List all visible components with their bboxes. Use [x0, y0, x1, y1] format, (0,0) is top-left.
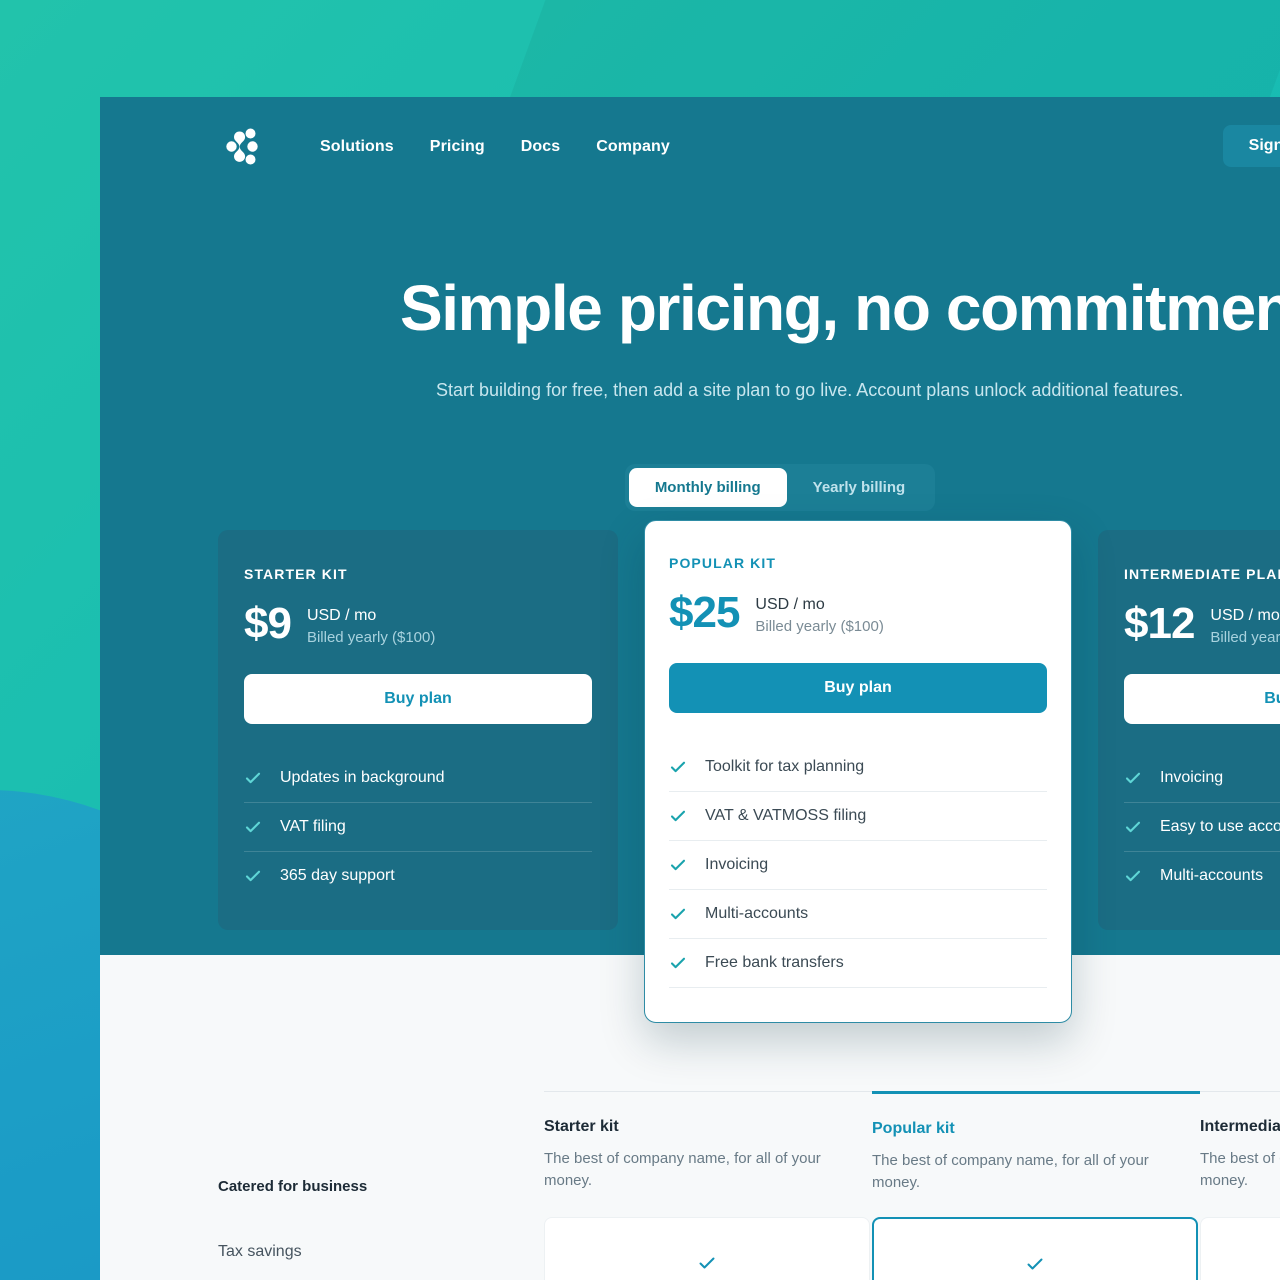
plan-eyebrow: STARTER KIT: [244, 566, 348, 582]
feature-item: Invoicing: [669, 841, 1047, 890]
billing-toggle[interactable]: Monthly billing Yearly billing: [624, 463, 936, 511]
sign-in-button[interactable]: Sign in: [1222, 125, 1280, 167]
check-icon: [1124, 818, 1142, 836]
comparison-section-title: Catered for business: [218, 1178, 368, 1195]
comparison-column-popular: Popular kit The best of company name, fo…: [872, 1091, 1200, 1195]
comparison-cell-intermediate: [1200, 1217, 1280, 1280]
hero-section: Solutions Pricing Docs Company Sign in S…: [100, 97, 1280, 1023]
feature-label: Easy to use accounting: [1160, 817, 1280, 835]
feature-item: Updates in background: [244, 754, 592, 803]
check-icon: [697, 1253, 717, 1273]
buy-plan-button-intermediate[interactable]: Buy plan: [1124, 673, 1280, 724]
feature-label: Multi-accounts: [705, 904, 809, 922]
check-icon: [1124, 867, 1142, 885]
feature-item: 365 day support: [244, 852, 592, 900]
check-icon: [244, 867, 262, 885]
company-logo-icon[interactable]: [220, 125, 264, 169]
plan-price: $12: [1124, 599, 1195, 648]
check-icon: [669, 807, 687, 825]
check-icon: [244, 818, 262, 836]
check-icon: [669, 905, 687, 923]
app-shell: Solutions Pricing Docs Company Sign in S…: [100, 97, 1280, 1280]
page-title: Simple pricing, no commitments: [400, 272, 1280, 344]
feature-label: VAT & VATMOSS filing: [705, 806, 867, 824]
pricing-card-popular[interactable]: POPULAR KIT $25 USD / mo Billed yearly (…: [644, 520, 1072, 1023]
plan-price-meta: USD / mo Billed yearly ($100): [1210, 602, 1280, 648]
plan-feature-list: Updates in background VAT filing 365 day…: [244, 754, 592, 900]
plan-eyebrow: POPULAR KIT: [669, 555, 776, 571]
comparison-row-label: Tax savings: [218, 1217, 544, 1280]
plan-price: $25: [669, 588, 740, 637]
feature-item: Multi-accounts: [1124, 852, 1280, 900]
pricing-card-intermediate[interactable]: INTERMEDIATE PLAN $12 USD / mo Billed ye…: [1098, 530, 1280, 930]
comparison-plan-desc: The best of company name, for all of you…: [544, 1150, 821, 1189]
comparison-plan-name: Intermediate plan: [1200, 1118, 1280, 1135]
page-background: Solutions Pricing Docs Company Sign in S…: [0, 0, 1280, 1280]
navbar: Solutions Pricing Docs Company Sign in: [100, 97, 1280, 197]
check-icon: [669, 856, 687, 874]
hero-copy: Simple pricing, no commitments Start bui…: [100, 197, 1280, 404]
check-icon: [669, 954, 687, 972]
feature-item: VAT filing: [244, 803, 592, 852]
toggle-yearly-billing[interactable]: Yearly billing: [787, 468, 932, 507]
hero-subtitle: Start building for free, then add a site…: [436, 379, 1184, 400]
feature-item: Invoicing: [1124, 754, 1280, 803]
toggle-monthly-billing[interactable]: Monthly billing: [628, 467, 787, 507]
comparison-column-intermediate: Intermediate plan The best of company na…: [1200, 1091, 1280, 1195]
table-row: Tax savings: [218, 1217, 1280, 1280]
check-icon: [244, 769, 262, 787]
primary-navigation: Solutions Pricing Docs Company: [320, 138, 670, 156]
check-icon: [669, 758, 687, 776]
comparison-header-row: Catered for business Starter kit The bes…: [218, 1091, 1280, 1195]
nav-link-company[interactable]: Company: [596, 138, 670, 156]
plan-feature-list: Invoicing Easy to use accounting: [1124, 754, 1280, 900]
comparison-plan-desc: The best of company name, for all of you…: [1200, 1150, 1280, 1189]
nav-link-solutions[interactable]: Solutions: [320, 138, 394, 156]
check-icon: [1124, 769, 1142, 787]
feature-item: Easy to use accounting: [1124, 803, 1280, 852]
feature-label: Updates in background: [280, 768, 445, 786]
feature-label: Toolkit for tax planning: [705, 757, 865, 775]
plan-eyebrow: INTERMEDIATE PLAN: [1124, 566, 1280, 582]
comparison-cell-starter: [544, 1217, 870, 1280]
feature-label: Invoicing: [705, 855, 769, 873]
check-icon: [1025, 1254, 1045, 1274]
pricing-cards: STARTER KIT $9 USD / mo Billed yearly ($…: [218, 520, 1280, 1023]
plan-price-row: $9 USD / mo Billed yearly ($100): [244, 602, 592, 648]
feature-label: Multi-accounts: [1160, 866, 1264, 884]
nav-link-pricing[interactable]: Pricing: [430, 138, 485, 156]
plan-billed-note: Billed yearly ($100): [1210, 628, 1280, 646]
feature-label: 365 day support: [280, 866, 395, 884]
feature-item: Toolkit for tax planning: [669, 743, 1047, 792]
plan-price-row: $12 USD / mo Billed yearly ($100): [1124, 602, 1280, 648]
billing-toggle-wrapper: Monthly billing Yearly billing: [280, 463, 1280, 511]
nav-link-docs[interactable]: Docs: [521, 138, 561, 156]
feature-label: Free bank transfers: [705, 953, 844, 971]
pricing-card-starter[interactable]: STARTER KIT $9 USD / mo Billed yearly ($…: [218, 530, 618, 930]
plan-feature-list: Toolkit for tax planning VAT & VATMOSS f…: [669, 743, 1047, 988]
comparison-cell-popular: [872, 1217, 1198, 1280]
comparison-section-title-cell: Catered for business: [218, 1091, 544, 1195]
plan-price-unit: USD / mo: [306, 607, 377, 624]
feature-label: Invoicing: [1160, 768, 1224, 786]
navbar-actions: Sign in: [1222, 125, 1280, 167]
plan-price-meta: USD / mo Billed yearly ($100): [307, 602, 435, 648]
plan-price-unit: USD / mo: [755, 596, 825, 613]
buy-plan-button-popular[interactable]: Buy plan: [669, 662, 1047, 713]
feature-item: VAT & VATMOSS filing: [669, 792, 1047, 841]
plan-billed-note: Billed yearly ($100): [755, 617, 884, 635]
comparison-plan-name: Popular kit: [872, 1120, 955, 1137]
feature-label: VAT filing: [280, 817, 346, 835]
plan-price-unit: USD / mo: [1210, 607, 1280, 624]
feature-item: Free bank transfers: [669, 939, 1047, 988]
plan-billed-note: Billed yearly ($100): [306, 628, 436, 646]
plan-price-row: $25 USD / mo Billed yearly ($100): [669, 591, 1047, 637]
comparison-plan-name: Starter kit: [544, 1118, 619, 1135]
comparison-plan-desc: The best of company name, for all of you…: [872, 1152, 1149, 1191]
comparison-column-starter: Starter kit The best of company name, fo…: [544, 1091, 872, 1195]
plan-price: $9: [244, 599, 292, 648]
feature-item: Multi-accounts: [669, 890, 1047, 939]
plan-price-meta: USD / mo Billed yearly ($100): [755, 591, 883, 637]
buy-plan-button-starter[interactable]: Buy plan: [244, 673, 592, 724]
